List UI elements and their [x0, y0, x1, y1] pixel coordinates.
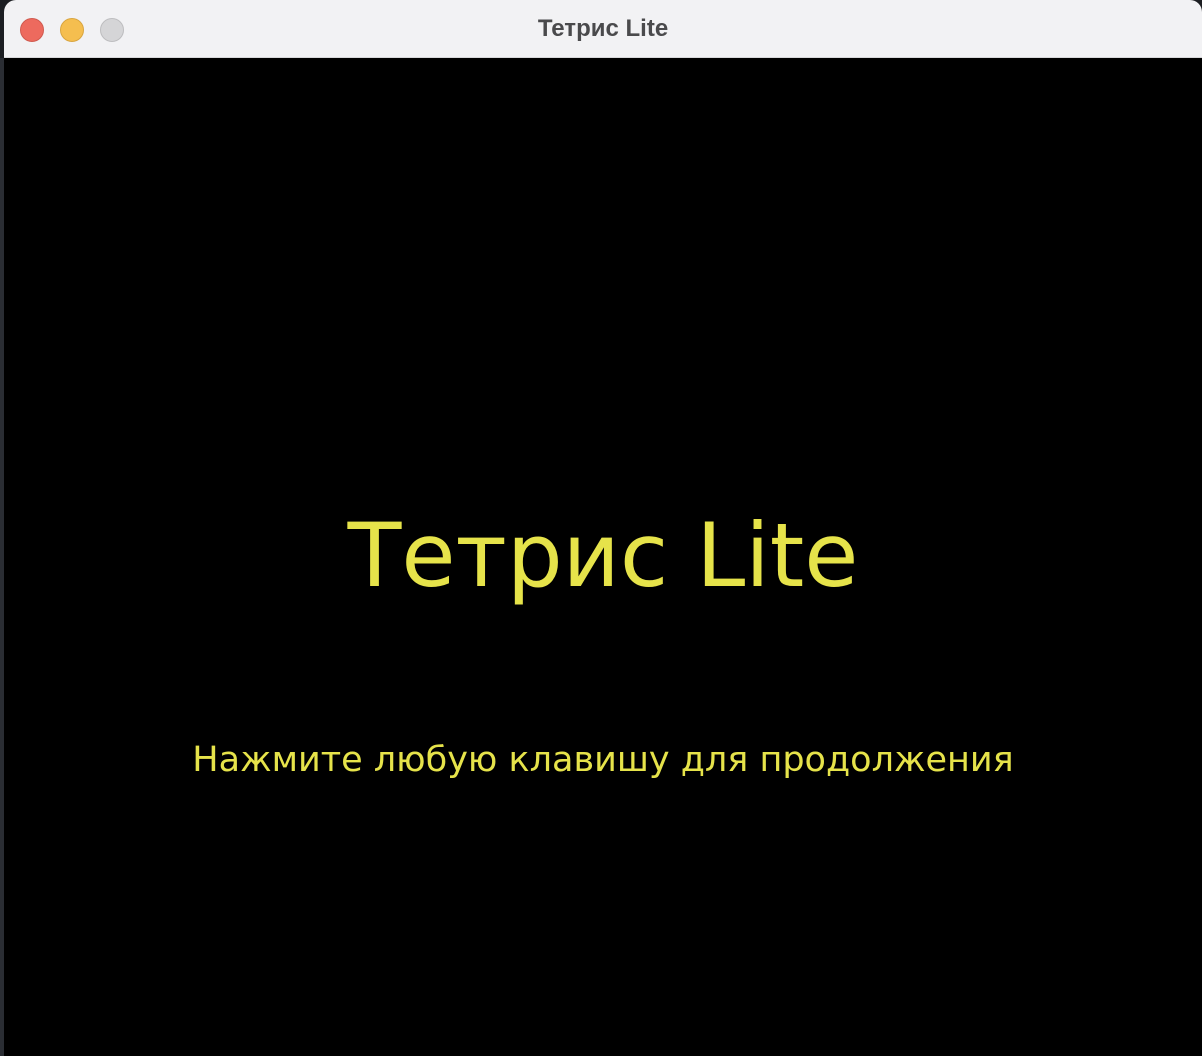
continue-prompt: Нажмите любую клавишу для продолжения [192, 740, 1014, 780]
window-titlebar[interactable]: Тетрис Lite [4, 0, 1202, 58]
window-title: Тетрис Lite [537, 15, 669, 42]
game-canvas[interactable]: Тетрис Lite Нажмите любую клавишу для пр… [4, 58, 1202, 1056]
start-screen-title: Тетрис Lite [347, 504, 859, 607]
game-window: Тетрис Lite Тетрис Lite Нажмите любую кл… [4, 0, 1202, 1056]
